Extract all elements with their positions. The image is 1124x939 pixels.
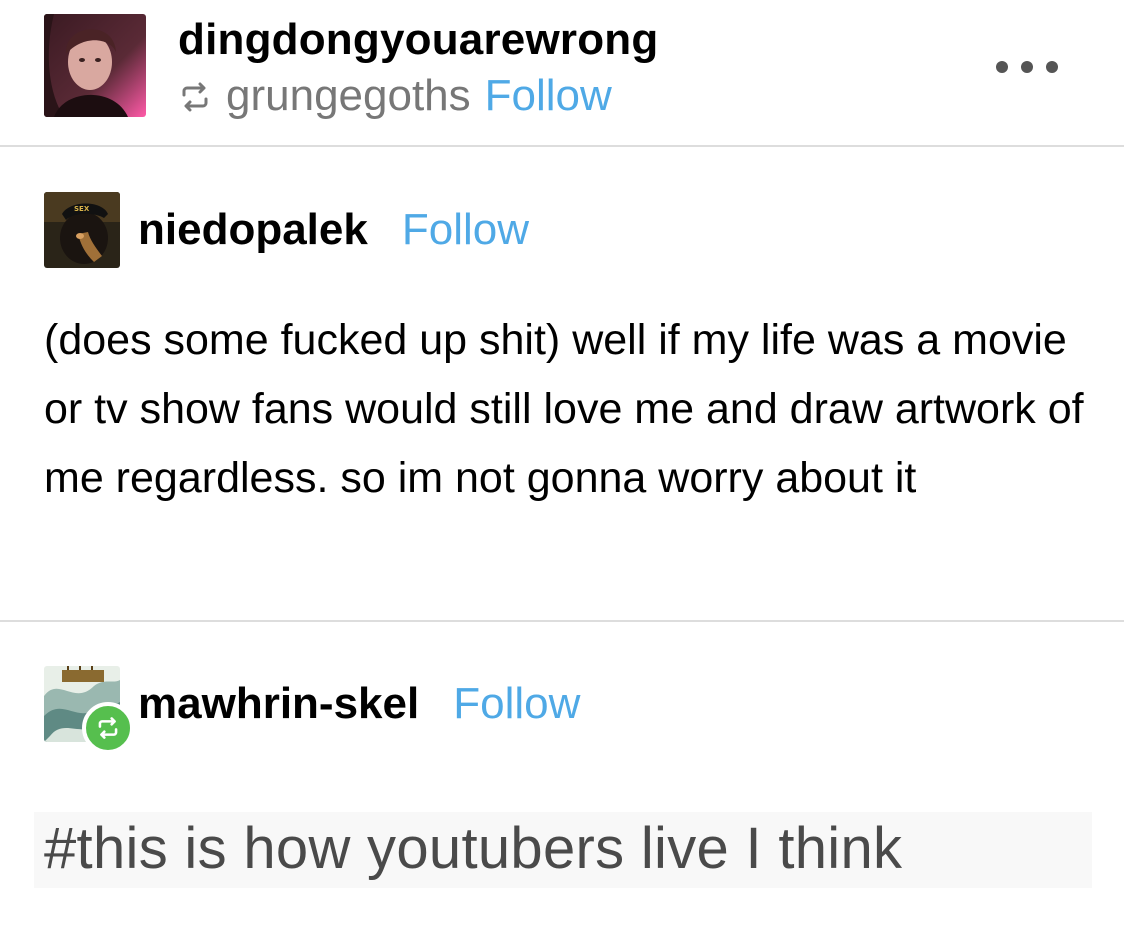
header-avatar[interactable] (44, 14, 146, 117)
more-options-button[interactable] (996, 56, 1058, 78)
reblog-author-row: mawhrin-skel Follow (44, 664, 580, 754)
follow-grungegoths-link[interactable]: Follow (485, 70, 612, 122)
divider (0, 620, 1124, 622)
post-author-row: SEX niedopalek Follow (44, 192, 529, 268)
post-tag[interactable]: #this is how youtubers live I think (44, 812, 902, 886)
reblog-author-username[interactable]: mawhrin-skel (138, 678, 419, 730)
post-author-username[interactable]: niedopalek (138, 204, 368, 256)
post-body-text: (does some fucked up shit) well if my li… (44, 316, 1084, 502)
follow-niedopalek-link[interactable]: Follow (402, 204, 529, 256)
more-dots-icon (996, 61, 1008, 73)
mawhrin-skel-avatar[interactable] (44, 664, 134, 754)
tumblr-post-page: dingdongyouarewrong grungegoths Follow S… (0, 0, 1124, 939)
reblog-attribution: grungegoths Follow (178, 70, 612, 122)
more-dot (1021, 61, 1033, 73)
reblog-icon (182, 82, 208, 112)
more-dot (1046, 61, 1058, 73)
follow-mawhrin-skel-link[interactable]: Follow (453, 678, 580, 730)
divider (0, 145, 1124, 147)
svg-text:SEX: SEX (74, 205, 90, 213)
reblog-source-username[interactable]: grungegoths (226, 70, 471, 122)
header-username[interactable]: dingdongyouarewrong (178, 14, 658, 66)
post-header: dingdongyouarewrong grungegoths Follow (0, 0, 1124, 146)
niedopalek-avatar[interactable]: SEX (44, 192, 120, 268)
reblog-badge-icon (82, 702, 134, 754)
